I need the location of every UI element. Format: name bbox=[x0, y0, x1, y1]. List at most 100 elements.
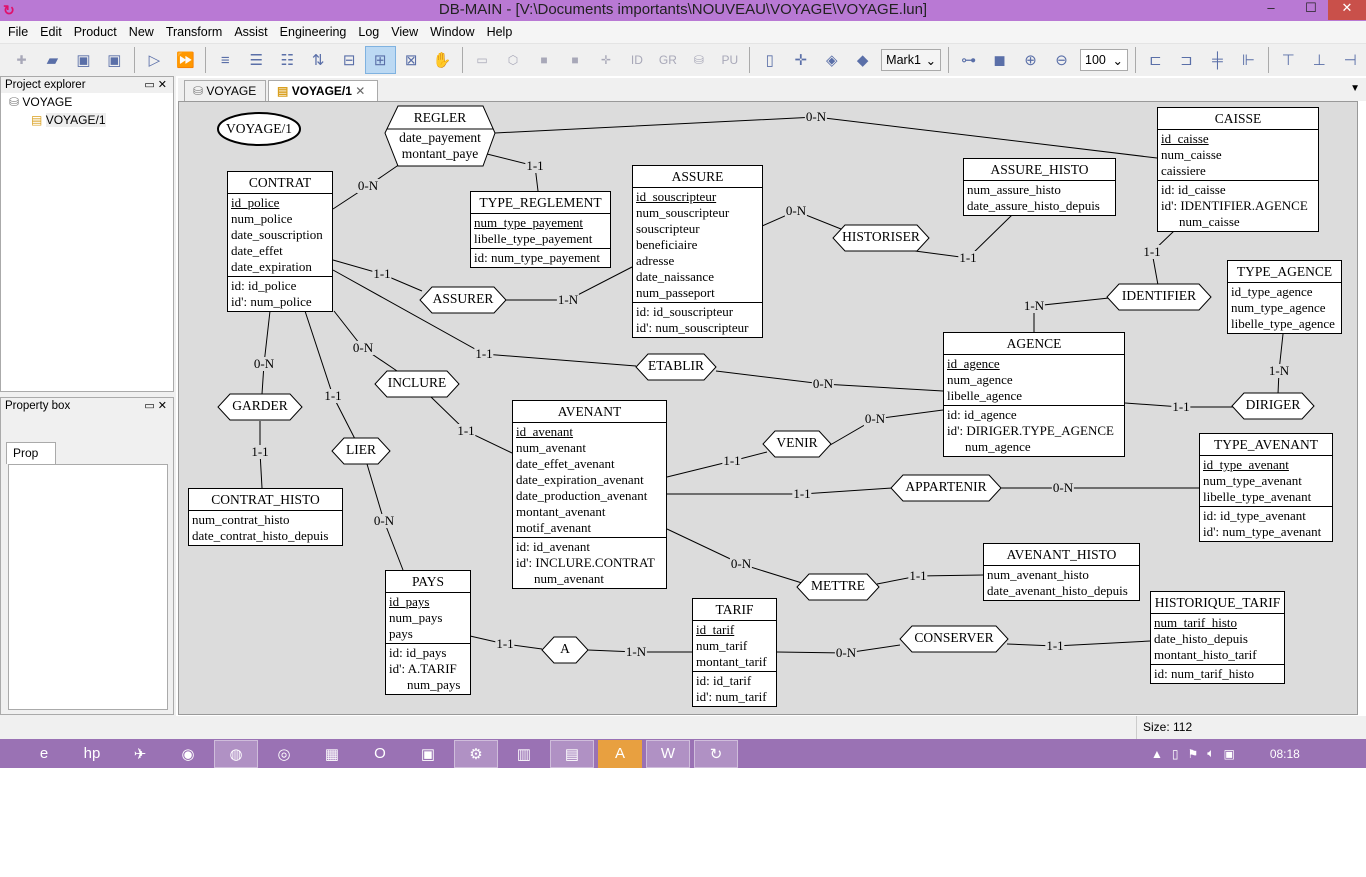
tab-prop[interactable]: Prop bbox=[6, 442, 56, 464]
align-bottom-button[interactable]: ⊥ bbox=[1304, 46, 1335, 74]
new-group-button[interactable]: ■ bbox=[559, 46, 590, 74]
entity-attribute[interactable]: pays bbox=[389, 626, 467, 642]
entity-avenant_histo[interactable]: AVENANT_HISTO num_avenant_histo date_avena… bbox=[983, 543, 1140, 601]
device-icon[interactable]: ▯ bbox=[1172, 747, 1179, 761]
save-button[interactable]: ▣ bbox=[68, 46, 99, 74]
mark-select[interactable]: Mark1 ⌄ bbox=[881, 49, 942, 71]
panel-controls[interactable]: ▭ ✕ bbox=[144, 77, 167, 93]
taskbar-app-blue-button[interactable]: ✈ bbox=[118, 740, 162, 768]
relation-name[interactable]: APPARTENIR bbox=[905, 479, 986, 495]
align-left-button[interactable]: ⊏ bbox=[1140, 46, 1171, 74]
menu-help[interactable]: Help bbox=[481, 25, 519, 39]
entity-attribute[interactable]: date_naissance bbox=[636, 269, 759, 285]
panel-controls[interactable]: ▭ ✕ bbox=[144, 398, 167, 414]
toolbar-pu-button[interactable]: PU bbox=[714, 46, 745, 74]
entity-attribute[interactable]: adresse bbox=[636, 253, 759, 269]
close-button[interactable]: ✕ bbox=[1328, 0, 1366, 20]
entity-attribute[interactable]: montant_histo_tarif bbox=[1154, 647, 1281, 663]
taskbar-app-bars-button[interactable]: ▥ bbox=[502, 740, 546, 768]
menu-product[interactable]: Product bbox=[68, 25, 123, 39]
entity-attribute[interactable]: libelle_type_payement bbox=[474, 231, 607, 247]
new-rel-button[interactable]: ⬡ bbox=[498, 46, 529, 74]
paint-button[interactable]: ◈ bbox=[816, 46, 847, 74]
entity-attribute[interactable]: num_souscripteur bbox=[636, 205, 759, 221]
entity-attribute[interactable]: date_assure_histo_depuis bbox=[967, 198, 1112, 214]
run-button[interactable]: ▷ bbox=[139, 46, 170, 74]
menu-transform[interactable]: Transform bbox=[160, 25, 229, 39]
relation-name[interactable]: METTRE bbox=[811, 578, 865, 594]
entity-attribute[interactable]: num_type_agence bbox=[1231, 300, 1338, 316]
tab-voyage-1[interactable]: ▤ VOYAGE/1 ✕ bbox=[268, 80, 378, 101]
new-entity-button[interactable]: ▭ bbox=[467, 46, 498, 74]
taskbar-media-button[interactable]: ◉ bbox=[166, 740, 210, 768]
entity-attribute[interactable]: id_souscripteur bbox=[636, 189, 759, 205]
relation-attribute[interactable]: montant_paye bbox=[402, 146, 478, 162]
entity-type_agence[interactable]: TYPE_AGENCE id_type_agence num_type_agence… bbox=[1227, 260, 1342, 334]
menu-view[interactable]: View bbox=[385, 25, 424, 39]
toolbar-gr-button[interactable]: GR bbox=[652, 46, 683, 74]
entity-attribute[interactable]: date_souscription bbox=[231, 227, 329, 243]
relation-name[interactable]: IDENTIFIER bbox=[1122, 288, 1196, 304]
entity-attribute[interactable]: date_avenant_histo_depuis bbox=[987, 583, 1136, 599]
entity-attribute[interactable]: date_effet bbox=[231, 243, 329, 259]
note-button[interactable]: ▯ bbox=[754, 46, 785, 74]
entity-attribute[interactable]: num_type_payement bbox=[474, 215, 607, 231]
relation-name[interactable]: DIRIGER bbox=[1246, 397, 1301, 413]
entity-attribute[interactable]: id_police bbox=[231, 195, 329, 211]
entity-attribute[interactable]: num_pays bbox=[389, 610, 467, 626]
taskbar-app-gears-button[interactable]: ⚙ bbox=[454, 739, 498, 768]
align-top-button[interactable]: ⊤ bbox=[1273, 46, 1304, 74]
relation-name[interactable]: A bbox=[560, 641, 570, 657]
taskbar-opera-button[interactable]: O bbox=[358, 740, 402, 768]
clock[interactable]: 08:18 bbox=[1270, 747, 1300, 761]
entity-attribute[interactable]: id_avenant bbox=[516, 424, 663, 440]
entity-attribute[interactable]: id_type_agence bbox=[1231, 284, 1338, 300]
taskbar-chrome-button[interactable]: ◎ bbox=[262, 740, 306, 768]
graph-compact-button[interactable]: ⊟ bbox=[334, 46, 365, 74]
volume-icon[interactable]: 🔈︎ bbox=[1207, 746, 1214, 761]
entity-attribute[interactable]: num_police bbox=[231, 211, 329, 227]
zoom-select[interactable]: 100 ⌄ bbox=[1080, 49, 1128, 71]
hand-button[interactable]: ✋ bbox=[427, 46, 458, 74]
entity-attribute[interactable]: souscripteur bbox=[636, 221, 759, 237]
taskbar-acrobat-button[interactable]: A bbox=[598, 739, 642, 768]
entity-attribute[interactable]: num_contrat_histo bbox=[192, 512, 339, 528]
entity-attribute[interactable]: beneficiaire bbox=[636, 237, 759, 253]
taskbar-app-orange-button[interactable]: ▣ bbox=[406, 740, 450, 768]
relation-name[interactable]: ETABLIR bbox=[648, 358, 704, 374]
open-button[interactable]: ▰ bbox=[37, 46, 68, 74]
align-distribute-button[interactable]: ⊩ bbox=[1233, 46, 1264, 74]
run-all-button[interactable]: ⏩ bbox=[170, 46, 201, 74]
taskbar-app-colorful-button[interactable]: ▦ bbox=[310, 740, 354, 768]
entity-caisse[interactable]: CAISSE id_caisse num_caisse caissiere id: id… bbox=[1157, 107, 1319, 232]
entity-attribute[interactable]: num_caisse bbox=[1161, 147, 1315, 163]
taskbar-firefox-button[interactable]: ◍ bbox=[214, 739, 258, 768]
entity-attribute[interactable]: id_pays bbox=[389, 594, 467, 610]
menu-window[interactable]: Window bbox=[424, 25, 480, 39]
tree-item-voyage-1[interactable]: ▤ VOYAGE/1 bbox=[31, 113, 106, 127]
entity-tarif[interactable]: TARIF id_tarif num_tarif montant_tarif id: i… bbox=[692, 598, 777, 707]
menu-edit[interactable]: Edit bbox=[34, 25, 68, 39]
entity-attribute[interactable]: date_histo_depuis bbox=[1154, 631, 1281, 647]
flag-icon[interactable]: ⚑ bbox=[1188, 747, 1199, 761]
relation-name[interactable]: HISTORISER bbox=[842, 229, 920, 245]
relation-name[interactable]: REGLER bbox=[414, 110, 467, 126]
tree-item-voyage[interactable]: ⛁ VOYAGE bbox=[9, 95, 72, 109]
entity-attribute[interactable]: date_production_avenant bbox=[516, 488, 663, 504]
entity-type_reglement[interactable]: TYPE_REGLEMENT num_type_payement libelle_t… bbox=[470, 191, 611, 268]
entity-pays[interactable]: PAYS id_pays num_pays pays id: id_pays id': A… bbox=[385, 570, 471, 695]
entity-historique_tarif[interactable]: HISTORIQUE_TARIF num_tarif_histo date_hist… bbox=[1150, 591, 1285, 684]
relation-attribute[interactable]: date_payement bbox=[399, 130, 481, 146]
menu-assist[interactable]: Assist bbox=[228, 25, 273, 39]
tag-button[interactable]: ◆ bbox=[847, 46, 878, 74]
entity-avenant[interactable]: AVENANT id_avenant num_avenant date_effet_a… bbox=[512, 400, 667, 589]
zoom-out-button[interactable]: ⊖ bbox=[1046, 46, 1077, 74]
entity-attribute[interactable]: libelle_type_agence bbox=[1231, 316, 1338, 332]
entity-attribute[interactable]: date_effet_avenant bbox=[516, 456, 663, 472]
graph-standard-button[interactable]: ⊞ bbox=[364, 46, 396, 74]
relation-name[interactable]: VENIR bbox=[776, 435, 817, 451]
taskbar-word-button[interactable]: W bbox=[646, 739, 690, 768]
entity-attribute[interactable]: montant_avenant bbox=[516, 504, 663, 520]
entity-attribute[interactable]: montant_tarif bbox=[696, 654, 773, 670]
entity-attribute[interactable]: id_caisse bbox=[1161, 131, 1315, 147]
